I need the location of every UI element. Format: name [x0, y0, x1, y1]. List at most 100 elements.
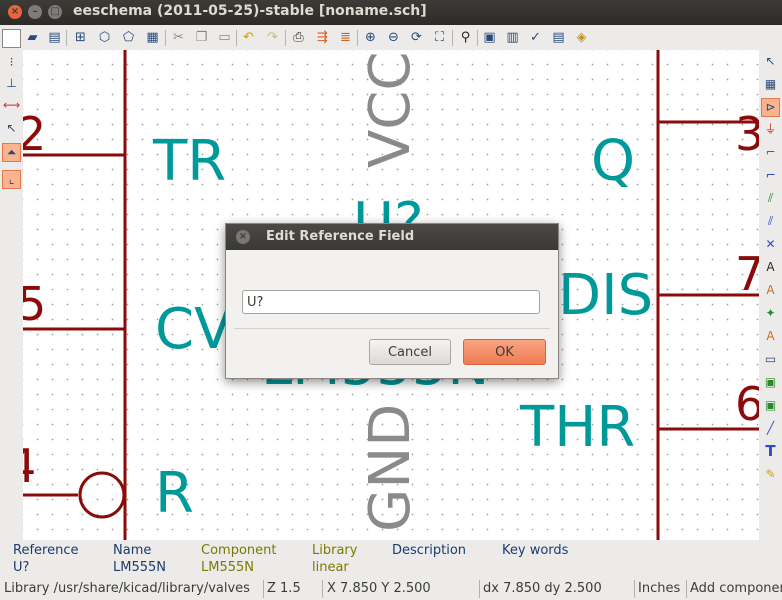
component-editor-icon[interactable]: ▦ [144, 29, 161, 46]
add-text-icon[interactable]: T [762, 443, 779, 460]
cut-icon[interactable]: ✂ [170, 29, 187, 46]
maximize-icon: □ [50, 6, 60, 17]
backannotate-icon[interactable]: ◈ [573, 29, 590, 46]
pin-number-r: 4 [23, 439, 36, 493]
reference-input[interactable] [242, 290, 540, 314]
info-name-label: Name [113, 543, 152, 558]
add-sheet-pin-icon[interactable]: ▣ [762, 397, 779, 414]
pin-label-q: Q [591, 129, 635, 194]
annotate-icon[interactable]: ⇶ [314, 29, 331, 46]
undo-icon[interactable]: ↶ [240, 29, 257, 46]
info-reference-label: Reference [13, 543, 79, 558]
hidden-pins-icon[interactable]: ⏶ [2, 143, 21, 162]
grid-toggle-icon[interactable]: ⁝ [3, 54, 20, 71]
dialog-separator [234, 328, 550, 329]
no-connect-icon[interactable]: ✕ [762, 236, 779, 253]
left-options-toolbar: ⁝ ⊥ ⟷ ↖ ⏶ ⌞ [0, 50, 23, 540]
netlist-icon[interactable]: ▣ [481, 29, 498, 46]
add-net-label-icon[interactable]: A [762, 259, 779, 276]
info-name-value: LM555N [113, 560, 166, 575]
info-component-label: Component [201, 543, 277, 558]
print-preview-icon[interactable]: ⬠ [120, 29, 137, 46]
open-icon[interactable]: ▰ [24, 29, 41, 46]
save-icon[interactable]: ▤ [46, 29, 63, 46]
pin-label-tr: TR [152, 129, 226, 194]
close-icon: × [10, 6, 20, 17]
cancel-button[interactable]: Cancel [369, 339, 451, 365]
power-pin-label-gnd: GND [358, 404, 423, 532]
add-component-icon[interactable]: ⊳ [761, 98, 780, 117]
pin-number-q: 3 [735, 107, 759, 161]
zoom-fit-icon[interactable]: ⛶ [431, 29, 448, 46]
info-keywords: Key words [502, 542, 568, 559]
import-sheet-pin-icon[interactable]: ▣ [762, 374, 779, 391]
pin-label-cv: CV [155, 297, 232, 362]
pin-label-thr: THR [519, 395, 635, 460]
print-icon[interactable]: ⎙ [290, 29, 307, 46]
status-bar: Library /usr/share/kicad/library/valves … [0, 578, 782, 600]
copy-icon[interactable]: ❐ [193, 29, 210, 46]
pin-r-inversion-bubble [78, 471, 126, 519]
units-inch-icon[interactable]: ⊥ [3, 75, 20, 92]
info-description-label: Description [392, 543, 467, 558]
edit-reference-dialog: × Edit Reference Field Cancel OK [225, 223, 559, 379]
pcbnew-icon[interactable]: ▤ [550, 29, 567, 46]
paste-icon[interactable]: ▭ [216, 29, 233, 46]
right-tools-toolbar: ↖ ▦ ⊳ ⏚ ⌐ ⌐ ⫽ ⫽ ✕ A A ✦ A ▭ ▣ ▣ ╱ T ✎ [759, 50, 782, 540]
dialog-title: Edit Reference Field [266, 229, 415, 244]
dialog-close-button[interactable]: × [236, 230, 250, 244]
pin-number-thr: 6 [735, 377, 759, 431]
info-library-value: linear [312, 560, 349, 575]
status-units: Inches [638, 581, 681, 596]
info-library: Library linear [312, 542, 357, 576]
plot-icon[interactable]: ⬡ [96, 29, 113, 46]
hierarchy-navigator-icon[interactable]: ▦ [762, 76, 779, 93]
select-icon[interactable]: ↖ [762, 53, 779, 70]
zoom-in-icon[interactable]: ⊕ [362, 29, 379, 46]
window-title-bar: × – □ eeschema (2011-05-25)-stable [nona… [0, 0, 782, 25]
units-mm-icon[interactable]: ⟷ [3, 97, 20, 114]
pin-number-tr: 2 [23, 107, 46, 161]
add-hierarchical-label-icon[interactable]: A [762, 328, 779, 345]
add-global-label-icon[interactable]: A [762, 282, 779, 299]
pin-label-r: R [155, 461, 194, 526]
info-description: Description [392, 542, 466, 559]
info-reference: Reference U? [13, 542, 78, 576]
ok-button[interactable]: OK [463, 339, 546, 365]
redo-icon[interactable]: ↷ [264, 29, 281, 46]
cvpcb-icon[interactable]: ✓ [527, 29, 544, 46]
bom-icon[interactable]: ▥ [504, 29, 521, 46]
dialog-title-bar: × Edit Reference Field [226, 224, 558, 250]
find-icon[interactable]: ⚲ [457, 29, 474, 46]
info-keywords-label: Key words [502, 543, 569, 558]
status-relative-position: dx 7.850 dy 2.500 [483, 581, 602, 596]
erc-icon[interactable]: ≣ [337, 29, 354, 46]
zoom-redraw-icon[interactable]: ⟳ [408, 29, 425, 46]
minimize-window-button[interactable]: – [28, 5, 42, 19]
wire-to-bus-entry-icon[interactable]: ⫽ [762, 190, 779, 207]
info-name: Name LM555N [113, 542, 166, 576]
add-hierarchical-sheet-icon[interactable]: ▭ [762, 351, 779, 368]
sheet-settings-icon[interactable]: ⊞ [72, 29, 89, 46]
wire-45-icon[interactable]: ⌞ [2, 170, 21, 189]
bus-to-bus-entry-icon[interactable]: ⫽ [762, 213, 779, 230]
add-graphic-line-icon[interactable]: ╱ [762, 420, 779, 437]
maximize-window-button[interactable]: □ [48, 5, 62, 19]
pin-label-dis: DIS [558, 263, 653, 328]
info-component-value: LM555N [201, 560, 254, 575]
add-bus-icon[interactable]: ⌐ [762, 167, 779, 184]
power-pin-label-vcc: VCC [358, 51, 423, 168]
status-library-path: Library /usr/share/kicad/library/valves [4, 581, 250, 596]
zoom-out-icon[interactable]: ⊖ [385, 29, 402, 46]
close-window-button[interactable]: × [8, 5, 22, 19]
add-wire-icon[interactable]: ⌐ [762, 144, 779, 161]
main-toolbar: ▰ ▤ ⊞ ⬡ ⬠ ▦ ✂ ❐ ▭ ↶ ↷ ⎙ ⇶ ≣ ⊕ ⊖ ⟳ ⛶ ⚲ ▣ … [0, 25, 782, 51]
add-junction-icon[interactable]: ✦ [762, 305, 779, 322]
add-power-icon[interactable]: ⏚ [762, 121, 779, 138]
info-reference-value: U? [13, 560, 30, 575]
component-info-panel: Reference U? Name LM555N Component LM555… [0, 540, 782, 578]
window-title: eeschema (2011-05-25)-stable [noname.sch… [73, 3, 427, 19]
add-image-icon[interactable]: ✎ [762, 466, 779, 483]
cursor-shape-icon[interactable]: ↖ [3, 120, 20, 137]
new-sheet-icon[interactable] [2, 29, 21, 48]
